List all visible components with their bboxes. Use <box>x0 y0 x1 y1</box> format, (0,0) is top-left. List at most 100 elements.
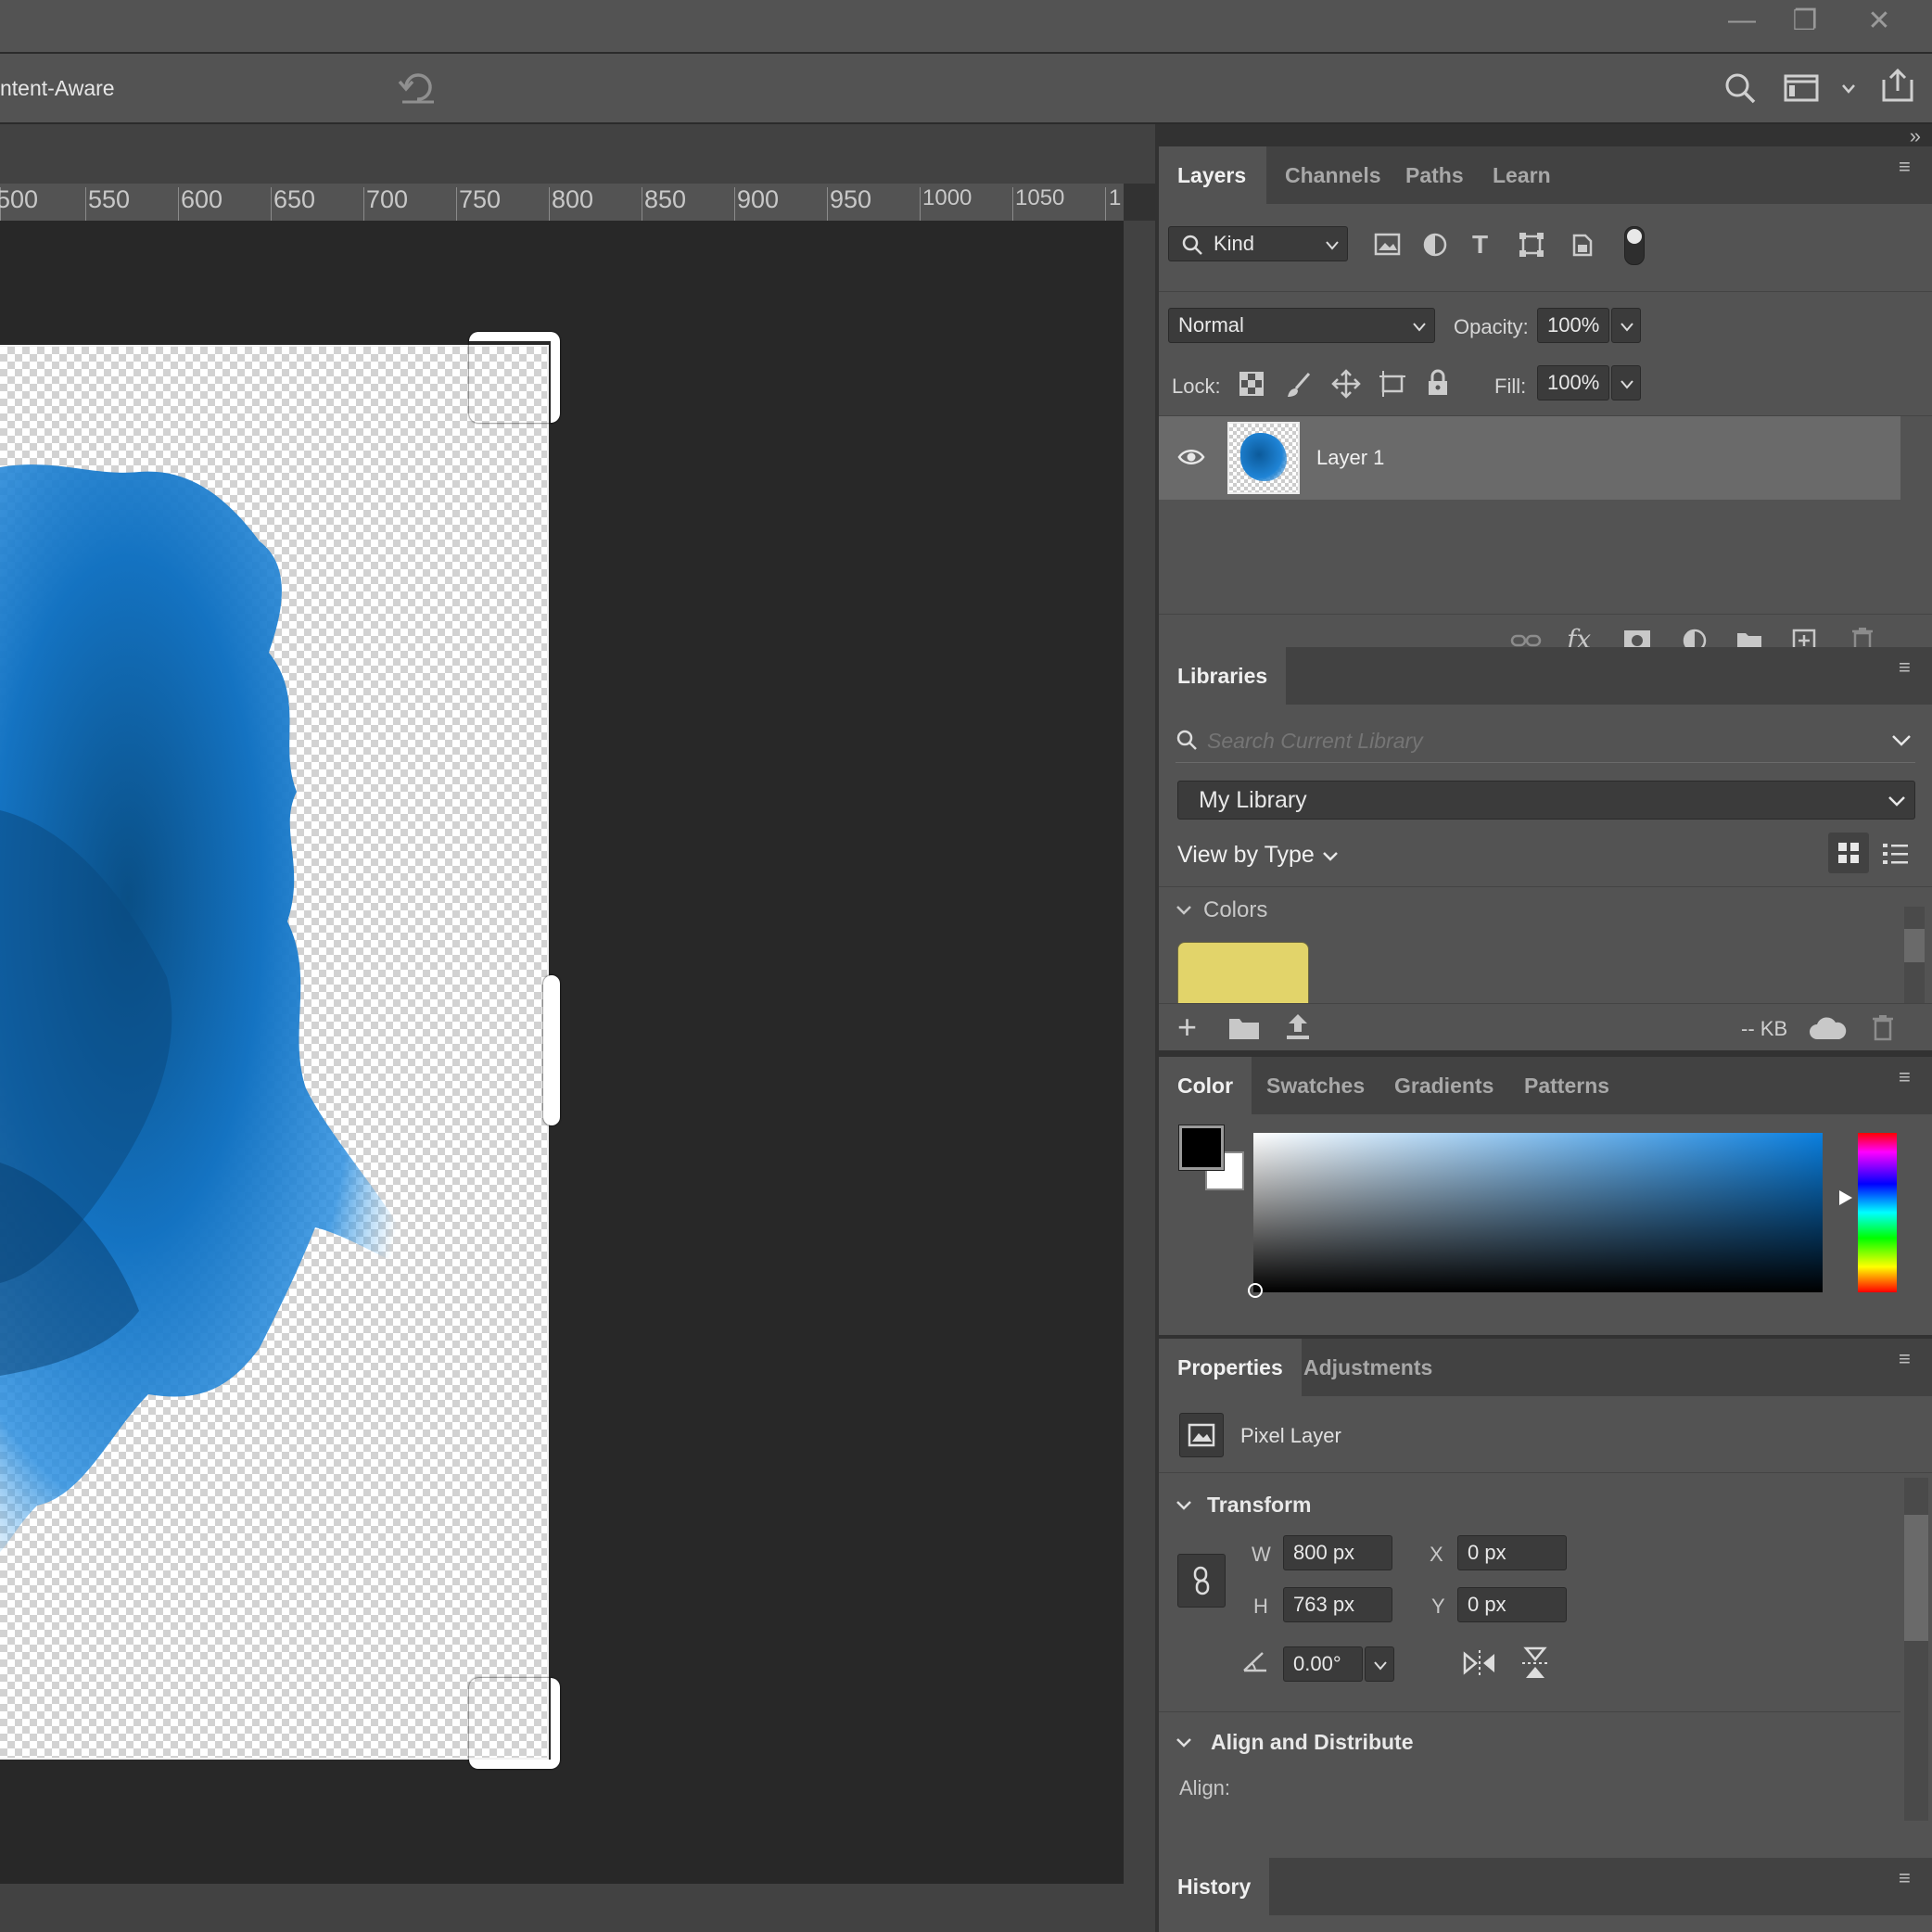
tab-learn[interactable]: Learn <box>1474 146 1570 204</box>
tab-color[interactable]: Color <box>1159 1057 1252 1114</box>
minimize-button[interactable]: — <box>1713 0 1771 41</box>
close-button[interactable]: ✕ <box>1850 0 1908 41</box>
layer-name[interactable]: Layer 1 <box>1316 446 1384 470</box>
chain-link-icon <box>1193 1566 1210 1595</box>
libraries-scrollbar[interactable] <box>1904 907 1925 1009</box>
lock-artboard-icon[interactable] <box>1378 369 1407 399</box>
width-label: W <box>1252 1543 1271 1566</box>
align-sublabel: Align: <box>1179 1776 1231 1799</box>
share-icon[interactable] <box>1878 67 1917 104</box>
tab-properties[interactable]: Properties <box>1159 1339 1302 1396</box>
panel-menu-icon[interactable]: ≡ <box>1899 1067 1919 1087</box>
libraries-tabbar: Libraries ≡ <box>1159 647 1932 705</box>
transform-section-label[interactable]: Transform <box>1207 1493 1311 1518</box>
transform-handle-right[interactable] <box>543 975 560 1125</box>
horizontal-scrollbar[interactable] <box>0 1884 1155 1932</box>
filter-toggle[interactable] <box>1624 226 1645 265</box>
add-element-icon[interactable]: + <box>1177 1008 1197 1047</box>
panel-menu-icon[interactable]: ≡ <box>1899 657 1919 678</box>
pixel-filter-icon[interactable] <box>1374 232 1402 258</box>
ruler-tick: 1 <box>1109 185 1122 210</box>
library-search-input[interactable] <box>1205 721 1858 760</box>
panel-menu-icon[interactable]: ≡ <box>1899 1349 1919 1369</box>
panel-menu-icon[interactable]: ≡ <box>1899 1868 1919 1888</box>
document-image[interactable] <box>0 345 549 1760</box>
chevron-down-icon <box>1323 852 1338 861</box>
color-panel: Color Swatches Gradients Patterns ≡ <box>1159 1057 1932 1335</box>
trash-icon[interactable] <box>1871 1013 1895 1041</box>
opacity-dropdown[interactable] <box>1611 308 1641 343</box>
layer-thumbnail[interactable] <box>1227 422 1300 494</box>
fill-dropdown[interactable] <box>1611 365 1641 400</box>
tab-history[interactable]: History <box>1159 1858 1270 1915</box>
tab-adjustments[interactable]: Adjustments <box>1285 1339 1451 1396</box>
tab-gradients[interactable]: Gradients <box>1376 1057 1512 1114</box>
flip-vertical-icon[interactable] <box>1520 1645 1550 1682</box>
fill-input[interactable]: 100% <box>1537 365 1609 400</box>
angle-dropdown[interactable] <box>1365 1646 1394 1682</box>
tab-swatches[interactable]: Swatches <box>1248 1057 1383 1114</box>
workspace-icon[interactable] <box>1784 72 1821 104</box>
chevron-down-icon[interactable] <box>1176 1500 1192 1511</box>
opacity-input[interactable]: 100% <box>1537 308 1609 343</box>
list-view-icon[interactable] <box>1882 842 1910 866</box>
restore-button[interactable]: ❐ <box>1776 0 1834 41</box>
angle-input[interactable]: 0.00° <box>1283 1646 1363 1682</box>
content-aware-label[interactable]: ntent-Aware <box>0 76 115 101</box>
foreground-color-swatch[interactable] <box>1179 1125 1224 1170</box>
hue-slider[interactable] <box>1858 1133 1897 1292</box>
type-filter-icon[interactable]: T <box>1472 232 1488 258</box>
chevron-down-icon[interactable] <box>1176 905 1192 916</box>
y-label: Y <box>1431 1595 1445 1618</box>
collapse-panels-icon[interactable]: » <box>1910 124 1921 148</box>
tab-libraries[interactable]: Libraries <box>1159 647 1287 705</box>
tab-patterns[interactable]: Patterns <box>1506 1057 1628 1114</box>
transform-handle-top-right[interactable] <box>469 332 560 423</box>
layers-tabbar: Layers Channels Paths Learn ≡ <box>1159 146 1932 204</box>
align-distribute-label[interactable]: Align and Distribute <box>1211 1730 1414 1755</box>
transform-handle-bottom-right[interactable] <box>469 1678 560 1769</box>
library-select[interactable]: My Library <box>1177 781 1915 820</box>
lock-position-move-icon[interactable] <box>1331 369 1361 399</box>
search-icon[interactable] <box>1722 70 1758 106</box>
shape-filter-icon[interactable] <box>1519 232 1544 258</box>
lock-all-icon[interactable] <box>1426 369 1450 397</box>
vertical-scrollbar[interactable] <box>1124 221 1155 1884</box>
lock-transparent-icon[interactable] <box>1239 371 1265 397</box>
y-input[interactable]: 0 px <box>1457 1587 1567 1622</box>
adjustment-filter-icon[interactable] <box>1422 232 1448 258</box>
link-dimensions-button[interactable] <box>1177 1554 1226 1608</box>
chevron-down-icon[interactable] <box>1176 1737 1192 1748</box>
tab-layers[interactable]: Layers <box>1159 146 1266 204</box>
eye-visibility-icon[interactable] <box>1177 448 1205 466</box>
angle-icon <box>1243 1652 1266 1672</box>
library-color-swatch[interactable] <box>1177 942 1309 1005</box>
hue-slider-pointer[interactable] <box>1839 1190 1852 1205</box>
width-input[interactable]: 800 px <box>1283 1535 1392 1570</box>
tab-channels[interactable]: Channels <box>1266 146 1400 204</box>
libraries-panel: Libraries ≡ My Library View by Type Colo… <box>1159 647 1932 1050</box>
rotate-ccw-icon[interactable] <box>397 69 438 106</box>
properties-scrollbar[interactable] <box>1904 1478 1928 1821</box>
grid-view-button[interactable] <box>1828 833 1869 873</box>
upload-icon[interactable] <box>1283 1011 1313 1043</box>
view-by-type-dropdown[interactable]: View by Type <box>1177 842 1315 869</box>
lock-pixels-brush-icon[interactable] <box>1285 371 1313 399</box>
chevron-down-icon[interactable] <box>1841 83 1856 95</box>
panel-menu-icon[interactable]: ≡ <box>1899 157 1919 177</box>
color-field[interactable] <box>1248 1133 1823 1298</box>
cloud-icon[interactable] <box>1808 1017 1847 1041</box>
height-input[interactable]: 763 px <box>1283 1587 1392 1622</box>
folder-icon[interactable] <box>1227 1015 1261 1041</box>
chevron-down-icon[interactable] <box>1891 734 1912 747</box>
layers-list: Layer 1 <box>1159 415 1932 622</box>
layer-row[interactable]: Layer 1 <box>1159 416 1900 500</box>
height-label: H <box>1253 1595 1268 1618</box>
colors-section-label[interactable]: Colors <box>1203 897 1267 923</box>
tab-paths[interactable]: Paths <box>1387 146 1482 204</box>
blend-mode-select[interactable]: Normal <box>1168 308 1435 343</box>
ruler-tick: 650 <box>273 185 316 213</box>
smart-object-filter-icon[interactable] <box>1570 232 1593 258</box>
flip-horizontal-icon[interactable] <box>1461 1648 1498 1678</box>
x-input[interactable]: 0 px <box>1457 1535 1567 1570</box>
